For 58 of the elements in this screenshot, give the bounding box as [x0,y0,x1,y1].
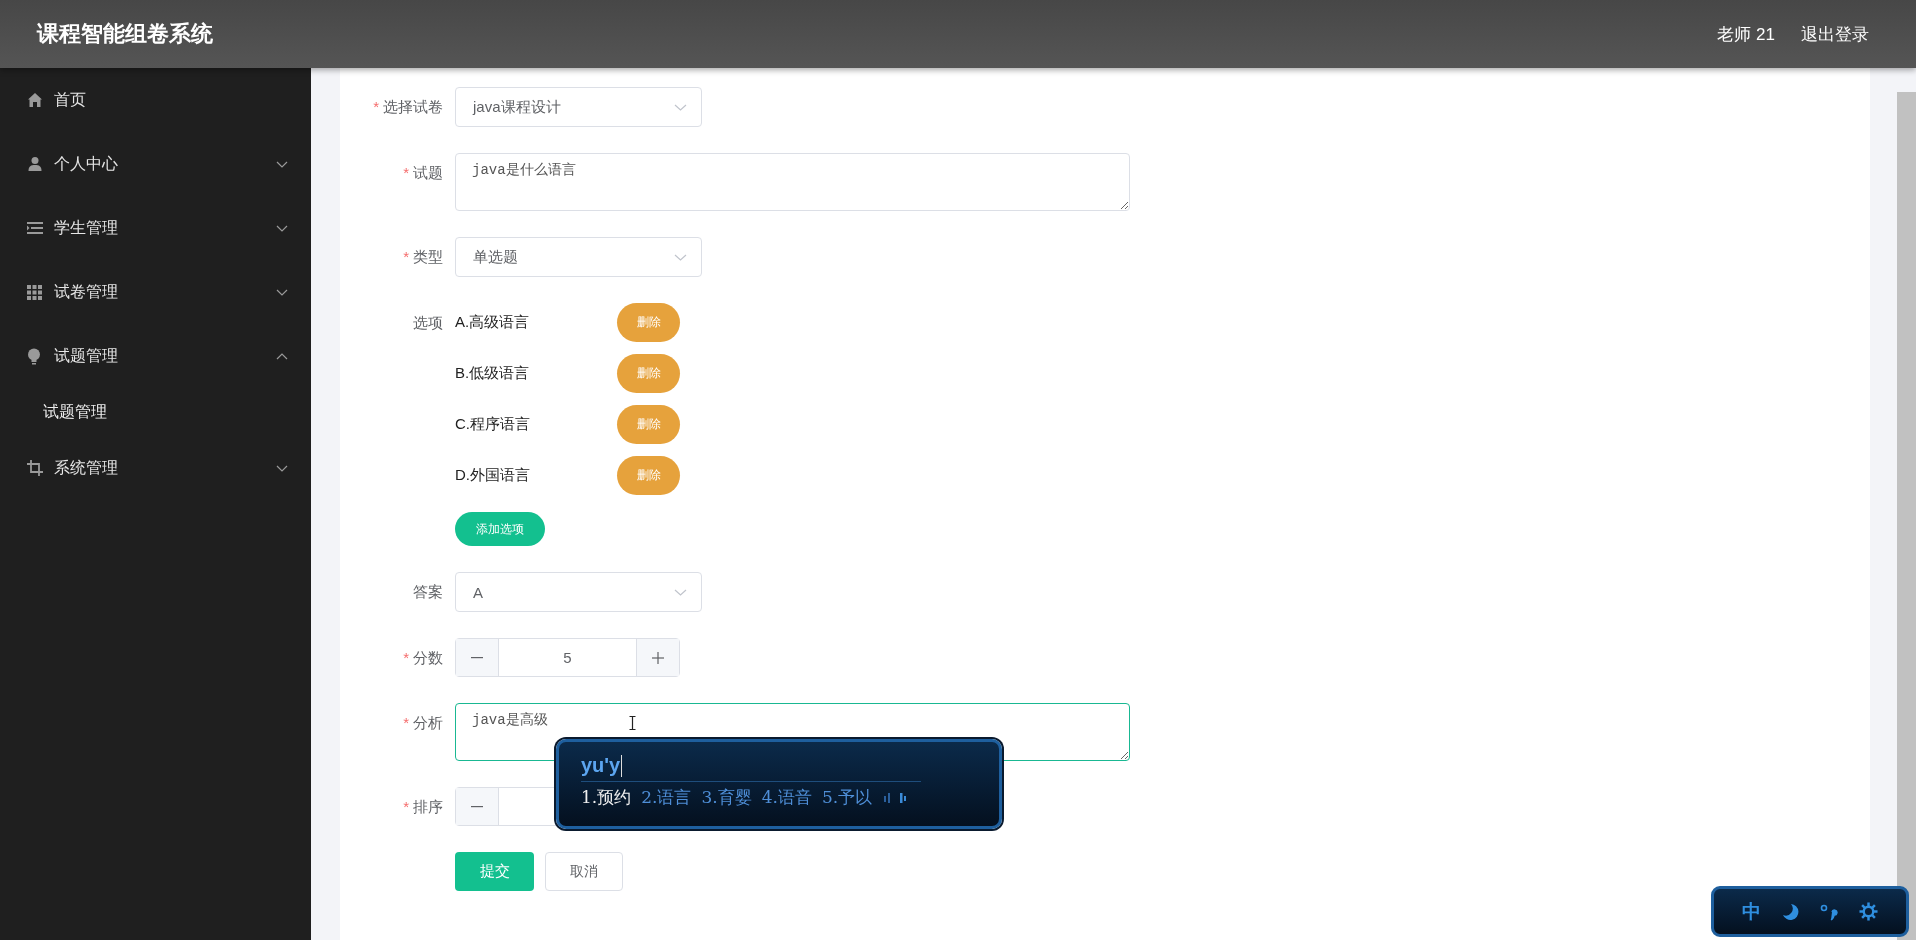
candidate-word[interactable]: 2.语言 [641,786,692,809]
minus-icon[interactable] [471,805,483,808]
submenu-item[interactable]: 试题管理 [0,388,311,436]
chevron-down-icon [674,103,687,111]
user-icon [27,156,43,172]
scrollbar[interactable] [1897,92,1916,940]
field-label: 分析 [413,714,443,733]
select-field[interactable]: 单选题 [455,237,702,277]
chevron-down-icon [674,588,687,596]
menu-item[interactable]: 系统管理 [0,436,311,500]
field-label: 排序 [413,798,443,817]
crop-icon [27,460,43,476]
menu-item[interactable]: 个人中心 [0,132,311,196]
number-value: 5 [563,649,572,666]
settings-icon[interactable] [1858,902,1878,921]
option-text: D.外国语言 [455,466,531,485]
required-mark: * [403,714,409,731]
select-field[interactable]: A [455,572,702,612]
grid-icon [27,284,42,300]
required-mark: * [403,798,409,815]
menu-item[interactable]: 试题管理 [0,324,311,388]
text-cursor-icon [629,716,636,730]
minus-icon[interactable] [471,656,483,659]
field-label: 选择试卷 [383,98,443,117]
menu-item[interactable]: 试卷管理 [0,260,311,324]
field-label: 试题 [413,164,443,183]
input-mode-toggle[interactable]: 中 [1742,898,1762,925]
user-name: 老师 21 [1717,23,1775,46]
required-mark: * [403,649,409,666]
candidate-word[interactable]: 4.语音 [761,786,812,809]
app-title: 课程智能组卷系统 [37,20,213,48]
plus-icon[interactable] [652,651,664,664]
candidate-word[interactable]: 1.预约 [581,786,632,809]
cancel-button[interactable]: 取消 [545,852,623,891]
list-icon [27,221,43,235]
text-area[interactable]: java是什么语言 [455,153,1130,211]
number-field[interactable]: 5 [455,638,680,677]
candidate-word[interactable]: 3.育婴 [701,786,752,809]
logout-link[interactable]: 退出登录 [1801,22,1869,46]
moon-icon[interactable] [1781,902,1800,921]
option-text: C.程序语言 [455,415,531,434]
bulb-icon [27,347,41,365]
required-mark: * [403,164,409,181]
option-text: B.低级语言 [455,364,531,383]
field-label: 分数 [413,649,443,668]
menu-item[interactable]: 学生管理 [0,196,311,260]
field-label: 选项 [413,314,443,333]
field-label: 类型 [413,248,443,267]
required-mark: * [403,248,409,265]
menu-item[interactable]: 首页 [0,68,311,132]
chevron-down-icon [674,253,687,261]
required-mark: * [373,98,379,115]
field-label: 答案 [413,583,443,602]
option-text: A.高级语言 [455,313,531,332]
home-icon [27,92,43,108]
punctuation-icon[interactable] [1820,902,1839,921]
candidate-word[interactable]: 5.予以 [821,786,873,809]
select-field[interactable]: java课程设计 [455,87,702,127]
